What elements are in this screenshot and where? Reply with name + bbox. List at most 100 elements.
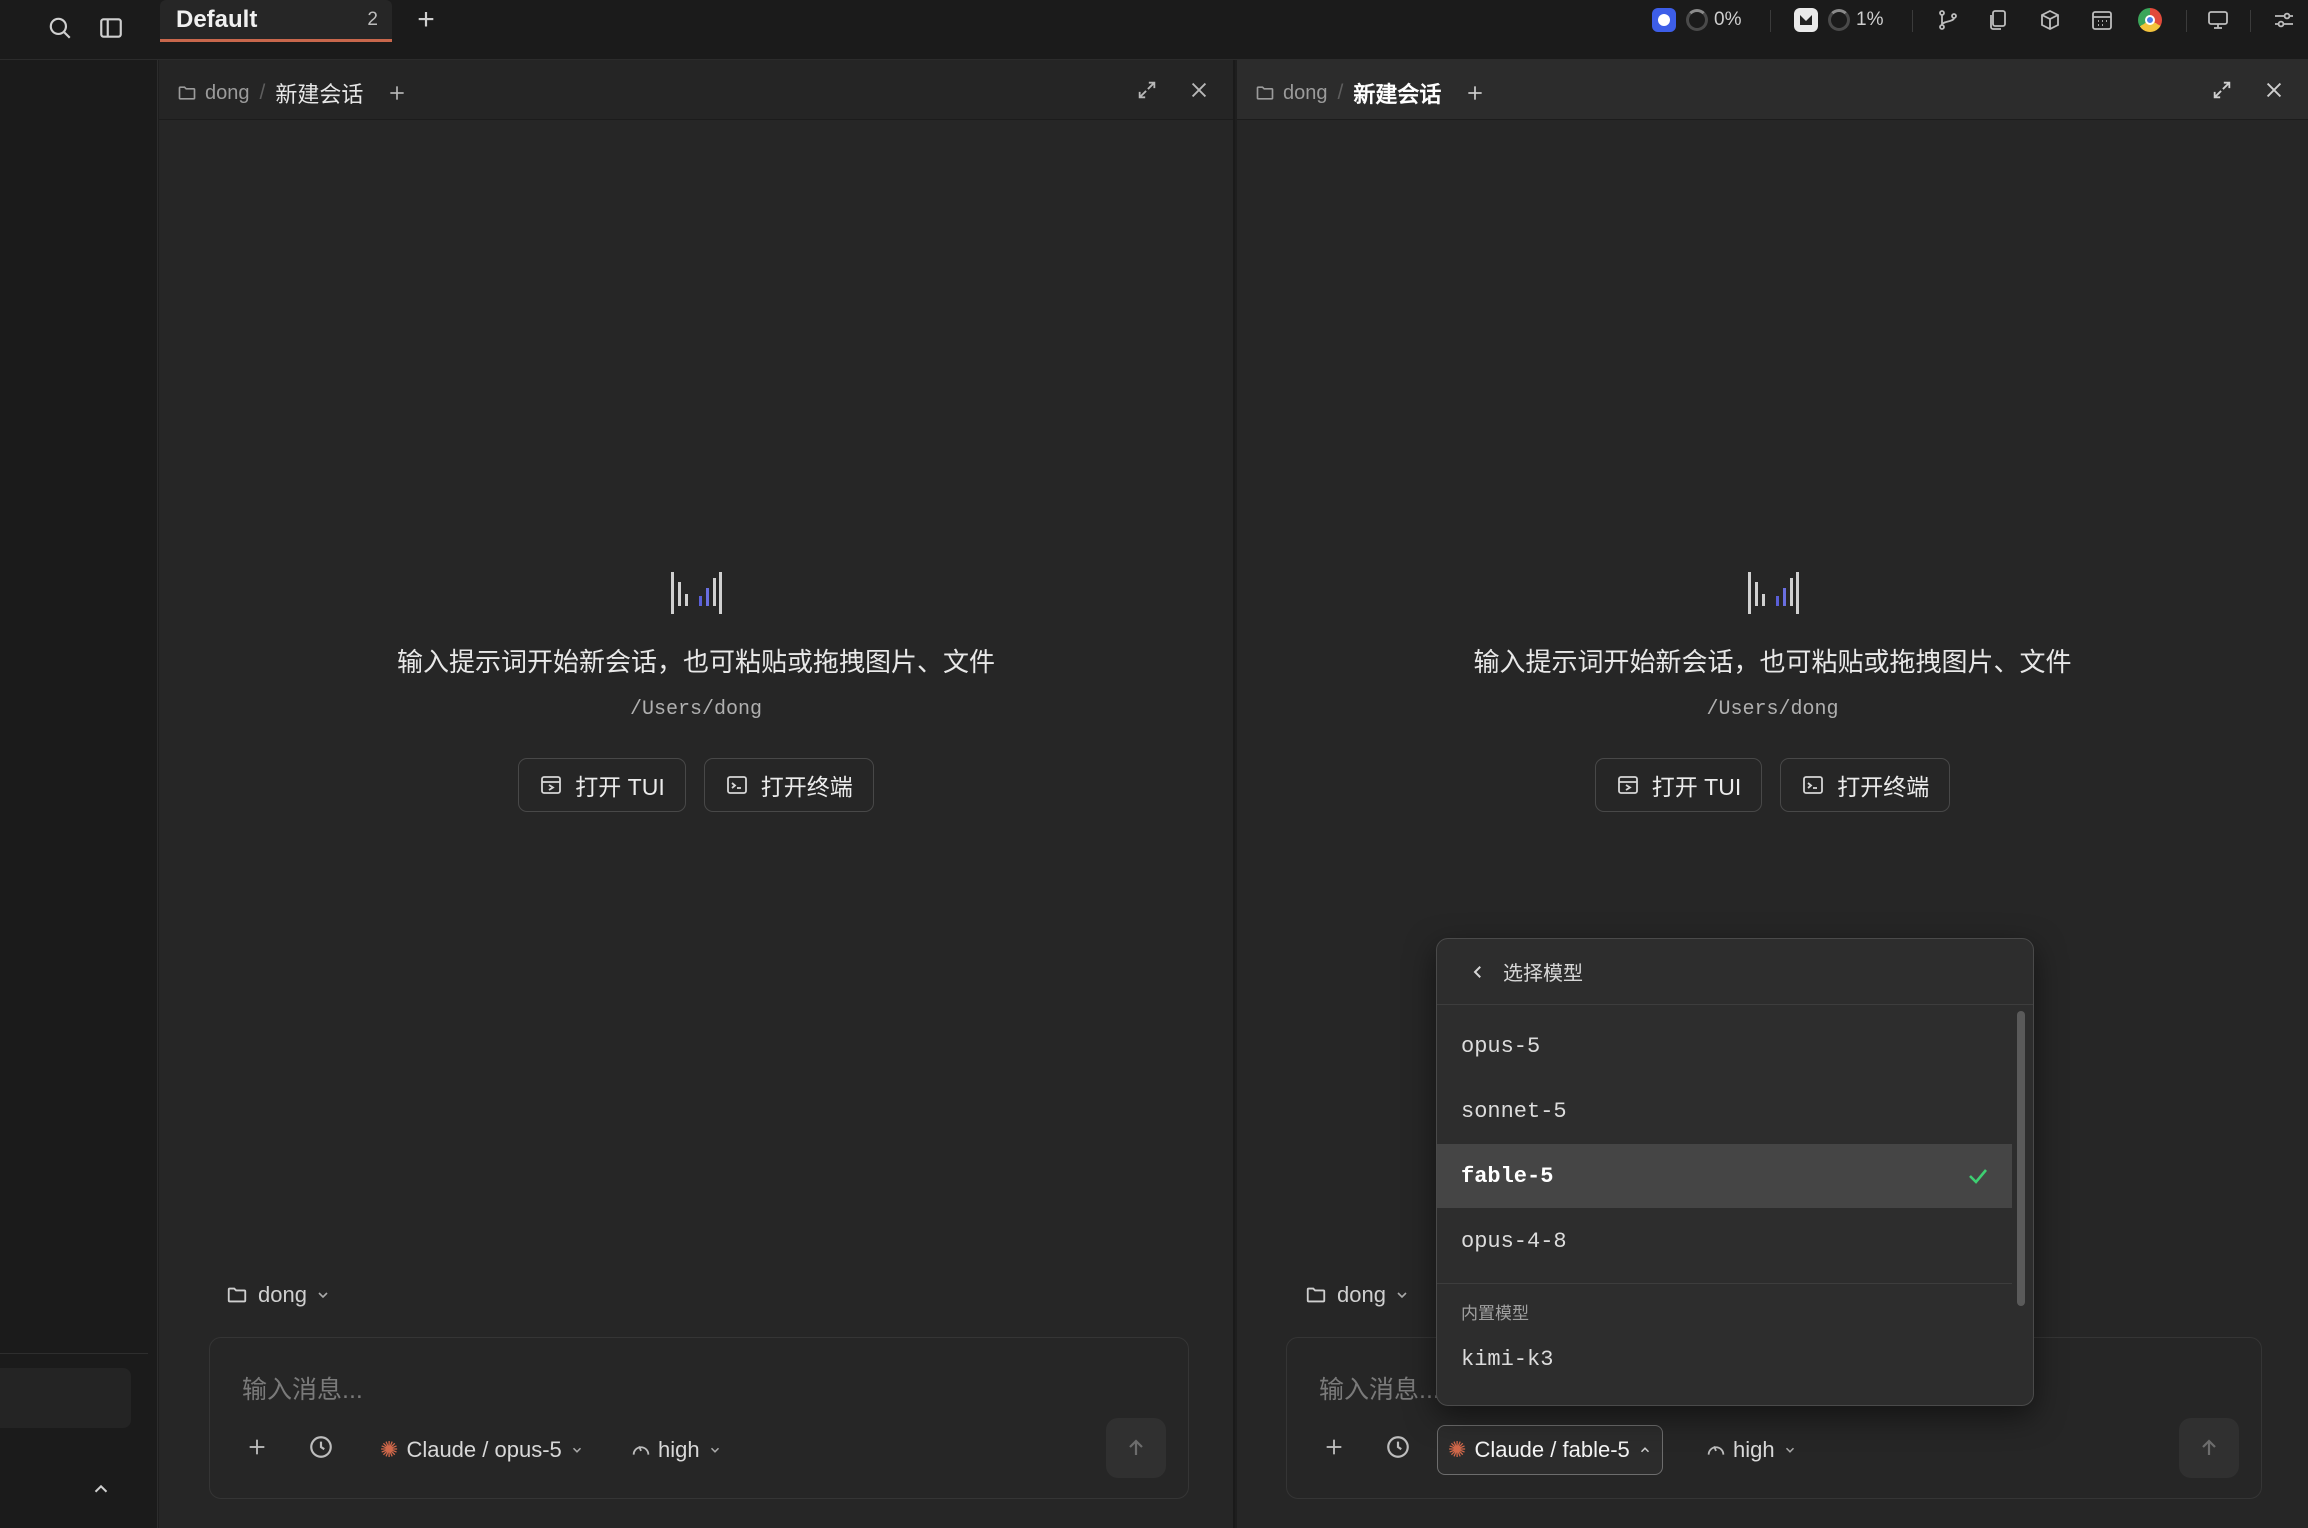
session-title[interactable]: 新建会话 — [1353, 77, 1441, 109]
back-chevron-icon[interactable] — [1469, 963, 1487, 981]
model-dropdown: 选择模型 opus-5 sonnet-5 fable-5 opus-4-8 内置… — [1436, 938, 2034, 1406]
attach-plus-icon[interactable] — [1319, 1432, 1349, 1462]
message-input[interactable]: 输入消息... — [242, 1370, 363, 1406]
divider — [2186, 10, 2187, 32]
app-badge-icon — [1794, 8, 1818, 32]
send-button[interactable] — [2179, 1418, 2239, 1478]
add-session-button[interactable] — [1465, 83, 1485, 103]
model-option-label: kimi-k3 — [1461, 1346, 1554, 1372]
chevron-up-icon — [1640, 1447, 1649, 1453]
effort-selector[interactable]: high — [630, 1425, 728, 1475]
breadcrumb-folder[interactable]: dong — [1283, 82, 1328, 105]
browser-icon[interactable] — [2128, 0, 2172, 42]
calendar-icon[interactable] — [2080, 0, 2124, 42]
sidebar-item[interactable] — [0, 1368, 131, 1428]
model-option-label: sonnet-5 — [1461, 1098, 1567, 1124]
chevron-up-icon[interactable] — [90, 1478, 112, 1500]
model-option-label: fable-5 — [1461, 1163, 1554, 1189]
open-terminal-label: 打开终端 — [1837, 774, 1930, 800]
dropdown-scrollbar[interactable] — [2017, 1011, 2025, 1306]
dropdown-title: 选择模型 — [1503, 963, 1583, 985]
git-branch-icon[interactable] — [1926, 0, 1970, 42]
gauge-icon — [632, 1445, 650, 1455]
attach-plus-icon[interactable] — [242, 1432, 272, 1462]
empty-actions: 打开 TUI 打开终端 — [1237, 758, 2308, 812]
app-badge-icon — [1652, 8, 1676, 32]
working-directory-path: /Users/dong — [629, 698, 763, 721]
claude-star-icon: ✺ — [1448, 1437, 1467, 1462]
sidebar — [0, 60, 158, 1528]
usage-percent-1: 0% — [1714, 9, 1742, 30]
files-icon[interactable] — [1976, 0, 2020, 42]
open-terminal-label: 打开终端 — [760, 774, 853, 800]
model-option-label: opus-4-8 — [1461, 1228, 1567, 1254]
open-tui-label: 打开 TUI — [1651, 774, 1742, 800]
divider — [1912, 10, 1913, 32]
model-selector-label: Claude / fable-5 — [1474, 1437, 1630, 1462]
terminal-icon — [726, 776, 747, 794]
close-icon[interactable] — [1183, 74, 1215, 106]
model-option[interactable]: opus-5 — [1437, 1014, 2012, 1078]
empty-state-hint: 输入提示词开始新会话，也可粘贴或拖拽图片、文件 — [1473, 647, 2072, 677]
model-option-selected[interactable]: fable-5 — [1437, 1144, 2012, 1208]
breadcrumb-folder[interactable]: dong — [205, 82, 250, 105]
divider — [1770, 10, 1771, 32]
empty-state-hint: 输入提示词开始新会话，也可粘贴或拖拽图片、文件 — [396, 647, 995, 677]
claude-star-icon: ✺ — [380, 1437, 399, 1462]
folder-selector[interactable]: dong — [226, 1282, 331, 1308]
message-input[interactable]: 输入消息... — [1319, 1370, 1440, 1406]
model-selector[interactable]: ✺ Claude / fable-5 — [1437, 1425, 1663, 1475]
history-clock-icon[interactable] — [306, 1432, 336, 1462]
maximize-icon[interactable] — [2206, 74, 2238, 106]
usage-percent-2: 1% — [1856, 9, 1884, 30]
session-pane-left: dong / 新建会话 输入提示词开始新会话，也可粘贴或拖拽图片、文件 /Use… — [159, 60, 1235, 1528]
progress-ring-icon — [1828, 9, 1850, 31]
dropdown-header: 选择模型 — [1437, 939, 2033, 1005]
window-icon — [541, 776, 562, 794]
close-icon[interactable] — [2258, 74, 2290, 106]
open-terminal-button[interactable]: 打开终端 — [703, 758, 874, 812]
folder-chip-label: dong — [1337, 1282, 1386, 1307]
check-icon — [1969, 1169, 1987, 1184]
usage-stat-2[interactable]: 1% — [1794, 0, 1883, 40]
arrow-up-icon — [2202, 1439, 2216, 1455]
model-selector-label: Claude / opus-5 — [406, 1437, 562, 1462]
effort-label: high — [658, 1437, 700, 1462]
open-tui-button[interactable]: 打开 TUI — [518, 758, 686, 812]
open-tui-button[interactable]: 打开 TUI — [1594, 758, 1763, 812]
package-icon[interactable] — [2028, 0, 2072, 42]
workspace-tab-count: 2 — [367, 9, 378, 30]
add-session-button[interactable] — [387, 83, 407, 103]
composer-toolbar: ✺ Claude / opus-5 high — [210, 1418, 1188, 1478]
window-icon — [1617, 776, 1638, 794]
app-logo-icon — [669, 570, 723, 616]
new-tab-button[interactable]: + — [404, 0, 448, 42]
breadcrumb-separator: / — [259, 81, 266, 104]
search-icon[interactable] — [38, 6, 82, 50]
folder-icon — [178, 86, 196, 100]
chevron-down-icon — [318, 1292, 328, 1299]
monitor-icon[interactable] — [2196, 0, 2240, 42]
terminal-icon — [1803, 776, 1824, 794]
model-selector[interactable]: ✺ Claude / opus-5 — [370, 1425, 594, 1475]
folder-chip-label: dong — [258, 1282, 307, 1307]
send-button[interactable] — [1106, 1418, 1166, 1478]
settings-sliders-icon[interactable] — [2262, 0, 2306, 42]
model-option[interactable]: sonnet-5 — [1437, 1079, 2012, 1143]
effort-selector[interactable]: high — [1705, 1425, 1803, 1475]
workspace-tab[interactable]: Default 2 — [160, 0, 392, 42]
maximize-icon[interactable] — [1131, 74, 1163, 106]
session-title[interactable]: 新建会话 — [275, 77, 363, 109]
gauge-icon — [1707, 1445, 1725, 1455]
usage-stat-1[interactable]: 0% — [1652, 0, 1741, 40]
pane-header: dong / 新建会话 — [159, 60, 1233, 120]
model-option[interactable]: kimi-k3 — [1437, 1327, 2012, 1391]
empty-actions: 打开 TUI 打开终端 — [159, 758, 1233, 812]
sidebar-toggle-icon[interactable] — [89, 6, 133, 50]
divider — [2250, 10, 2251, 32]
history-clock-icon[interactable] — [1383, 1432, 1413, 1462]
model-option[interactable]: opus-4-8 — [1437, 1209, 2012, 1273]
breadcrumb-separator: / — [1337, 81, 1344, 104]
folder-selector[interactable]: dong — [1305, 1282, 1410, 1308]
open-terminal-button[interactable]: 打开终端 — [1780, 758, 1951, 812]
